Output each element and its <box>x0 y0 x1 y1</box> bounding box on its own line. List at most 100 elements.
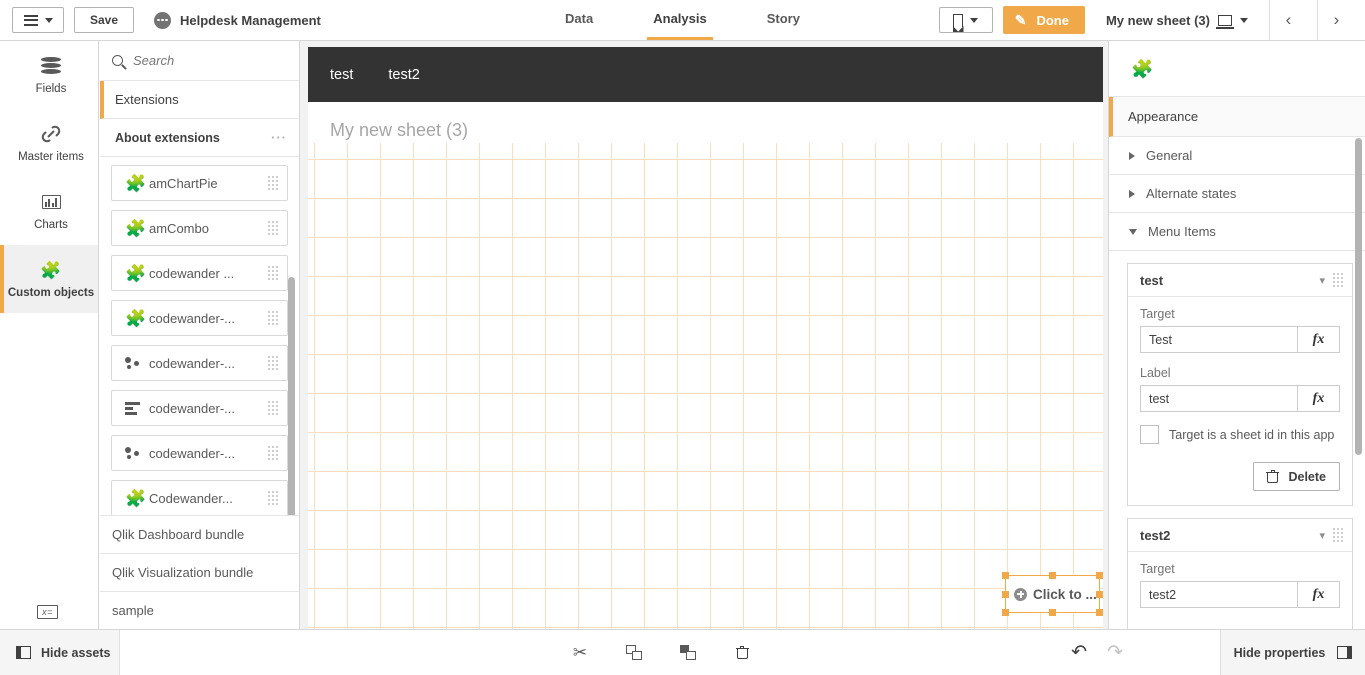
bookmarks-button[interactable] <box>938 7 993 33</box>
redo-button[interactable]: ↷ <box>1107 641 1123 664</box>
accordion-general[interactable]: General <box>1109 137 1365 175</box>
paste-button[interactable] <box>673 638 703 668</box>
list-item[interactable]: 🧩 amCombo <box>111 210 288 246</box>
list-item[interactable]: codewander-... <box>111 345 288 381</box>
copy-button[interactable] <box>619 638 649 668</box>
rail-label-charts: Charts <box>34 219 68 231</box>
menu-item-test[interactable]: test <box>330 67 353 83</box>
drag-handle-icon[interactable] <box>268 265 279 280</box>
previous-sheet-button[interactable]: ‹ <box>1269 0 1307 40</box>
resize-handle[interactable] <box>1049 609 1056 616</box>
extension-name: amCombo <box>149 220 209 236</box>
puzzle-icon: 🧩 <box>125 308 147 328</box>
drag-handle-icon[interactable] <box>268 310 279 325</box>
cut-button[interactable]: ✂ <box>565 638 595 668</box>
assets-group-qlik-dashboard-bundle[interactable]: Qlik Dashboard bundle <box>100 515 299 553</box>
app-title[interactable]: Helpdesk Management <box>154 11 321 29</box>
drag-handle-icon[interactable] <box>268 175 279 190</box>
properties-scrollbar[interactable] <box>1355 138 1362 455</box>
sheet-selector[interactable]: My new sheet (3) <box>1095 6 1259 34</box>
puzzle-icon: 🧩 <box>40 260 62 280</box>
menu-item-test2[interactable]: test2 <box>388 67 419 83</box>
sheet: test test2 My new sheet (3) Click to ... <box>308 47 1103 629</box>
assets-search-row <box>100 41 299 81</box>
variable-icon: x= <box>37 605 58 619</box>
menu-item-card-title: test <box>1140 272 1164 288</box>
drag-handle-icon[interactable] <box>1333 527 1344 542</box>
undo-button[interactable]: ↶ <box>1071 641 1087 664</box>
drag-handle-icon[interactable] <box>268 400 279 415</box>
hide-properties-button[interactable]: Hide properties <box>1220 630 1365 675</box>
menu-item-card-header[interactable]: test2 ▾ <box>1128 519 1352 552</box>
list-item[interactable]: codewander-... <box>111 435 288 471</box>
resize-handle[interactable] <box>1096 572 1103 579</box>
drag-handle-icon[interactable] <box>268 355 279 370</box>
global-menu-button[interactable] <box>12 7 64 33</box>
resize-handle[interactable] <box>1096 609 1103 616</box>
resize-handle[interactable] <box>1002 590 1009 598</box>
target-expression-button[interactable]: fx <box>1297 581 1340 608</box>
tab-data[interactable]: Data <box>559 0 599 40</box>
hide-assets-button[interactable]: Hide assets <box>0 630 120 675</box>
chevron-down-icon[interactable]: ▾ <box>1319 529 1325 542</box>
search-input[interactable] <box>133 53 287 68</box>
rail-item-fields[interactable]: Fields <box>0 41 98 109</box>
list-item[interactable]: 🧩 codewander ... <box>111 255 288 291</box>
add-icon <box>1014 587 1027 601</box>
assets-group-qlik-visualization-bundle[interactable]: Qlik Visualization bundle <box>100 553 299 591</box>
rail-item-master-items[interactable]: Master items <box>0 109 98 177</box>
bar-chart-icon <box>41 191 61 213</box>
rail-item-custom-objects[interactable]: 🧩 Custom objects <box>0 245 98 313</box>
accordion-alternate-states[interactable]: Alternate states <box>1109 175 1365 213</box>
copy-icon <box>626 645 642 660</box>
properties-tab-appearance[interactable]: Appearance <box>1109 97 1365 137</box>
more-options-icon[interactable]: ··· <box>271 130 287 145</box>
assets-section-extensions[interactable]: Extensions <box>100 81 299 119</box>
list-item[interactable]: codewander-... <box>111 390 288 426</box>
panel-right-icon <box>1337 646 1353 659</box>
accordion-menu-items-label: Menu Items <box>1148 224 1216 239</box>
list-item[interactable]: 🧩 Codewander... <box>111 480 288 515</box>
chevron-down-icon[interactable]: ▾ <box>1319 274 1325 287</box>
delete-button[interactable]: Delete <box>1253 462 1340 491</box>
drag-handle-icon[interactable] <box>268 220 279 235</box>
resize-handle[interactable] <box>1049 572 1056 579</box>
tab-analysis[interactable]: Analysis <box>647 0 713 40</box>
trash-icon <box>735 645 749 659</box>
save-button[interactable]: Save <box>74 7 134 33</box>
resize-handle[interactable] <box>1096 590 1103 598</box>
target-input[interactable] <box>1140 326 1297 353</box>
assets-group-sample[interactable]: sample <box>100 591 299 629</box>
list-item[interactable]: 🧩 codewander-... <box>111 300 288 336</box>
accordion-menu-items[interactable]: Menu Items <box>1109 213 1365 251</box>
selected-placeholder-object[interactable]: Click to ... <box>1002 572 1103 616</box>
resize-handle[interactable] <box>1002 609 1009 616</box>
target-field-label: Target <box>1140 307 1175 321</box>
delete-button[interactable] <box>727 638 757 668</box>
drag-handle-icon[interactable] <box>268 445 279 460</box>
label-expression-button[interactable]: fx <box>1297 385 1340 412</box>
label-input[interactable] <box>1140 385 1297 412</box>
rail-item-charts[interactable]: Charts <box>0 177 98 245</box>
rail-label-custom-objects: Custom objects <box>7 287 95 299</box>
sheet-id-checkbox[interactable] <box>1140 425 1159 444</box>
bottom-toolbar: Hide assets ✂ ↶ ↷ Hide properties <box>0 629 1365 675</box>
resize-handle[interactable] <box>1002 572 1009 579</box>
tab-story[interactable]: Story <box>761 0 806 40</box>
target-expression-button[interactable]: fx <box>1297 326 1340 353</box>
puzzle-icon: 🧩 <box>1131 58 1154 79</box>
done-button[interactable]: ✎ Done <box>1002 6 1085 34</box>
drag-handle-icon[interactable] <box>1333 272 1344 287</box>
list-item[interactable]: 🧩 amChartPie <box>111 165 288 201</box>
assets-scrollbar[interactable] <box>288 277 295 515</box>
menu-item-card-header[interactable]: test ▾ <box>1128 264 1352 297</box>
puzzle-icon: 🧩 <box>125 488 147 508</box>
target-input[interactable] <box>1140 581 1297 608</box>
drag-handle-icon[interactable] <box>268 490 279 505</box>
rail-label-fields: Fields <box>35 83 67 95</box>
next-sheet-button[interactable]: › <box>1317 0 1355 40</box>
assets-group-about-extensions[interactable]: About extensions ··· <box>100 119 299 157</box>
rail-variables[interactable]: x= <box>0 605 95 619</box>
menu-item-card-body: Target fx Label fx Target is a sheet id … <box>1128 297 1352 505</box>
sheet-id-checkbox-row[interactable]: Target is a sheet id in this app <box>1140 425 1340 444</box>
